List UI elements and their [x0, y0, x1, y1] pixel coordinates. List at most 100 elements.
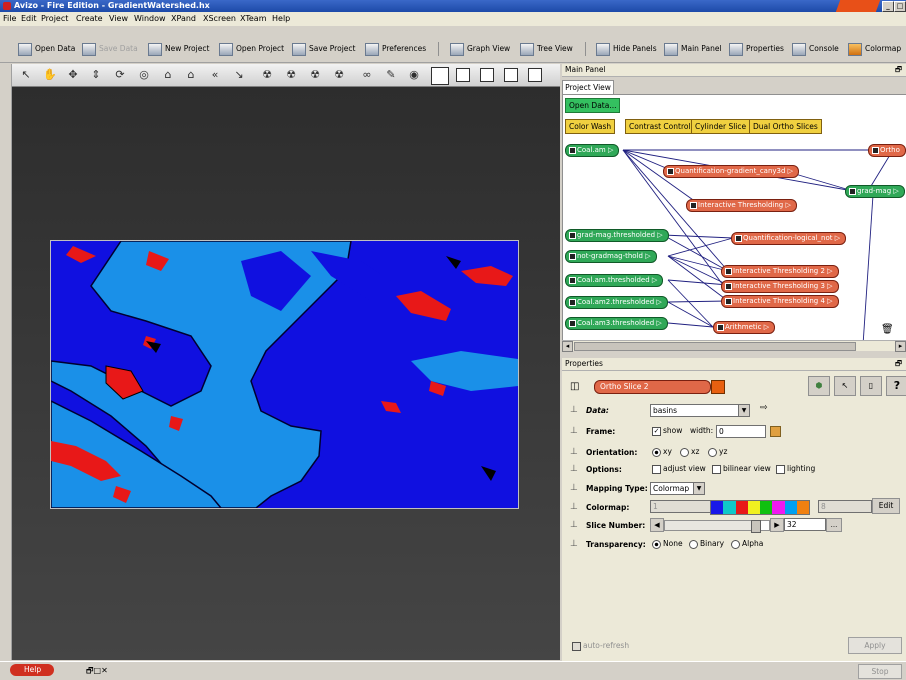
colormap-max-input[interactable]: 8	[818, 500, 872, 513]
bilinear-view-checkbox[interactable]: bilinear view	[712, 464, 771, 474]
menu-view[interactable]: View	[109, 14, 128, 23]
pin-icon[interactable]: ⊥	[570, 539, 578, 549]
scroll-right-icon[interactable]: ▸	[895, 341, 906, 352]
node-interactive-thresholding-3[interactable]: Interactive Thresholding 3 ▷	[721, 280, 839, 293]
node-grad-mag[interactable]: grad-mag ▷	[845, 185, 905, 198]
window-controls-icon[interactable]: 🗗□✕	[86, 665, 108, 679]
slice-increment-icon[interactable]: ▶	[770, 518, 784, 532]
node-quantification-logical-not[interactable]: Quantification-logical_not ▷	[731, 232, 847, 245]
node-interactive-thresholding[interactable]: Interactive Thresholding ▷	[686, 199, 797, 212]
seek-icon[interactable]: ◎	[137, 68, 151, 82]
hand-icon[interactable]: ✋	[43, 68, 57, 82]
rotate-icon[interactable]: ⟳	[113, 68, 127, 82]
pin-icon[interactable]: ⊥	[570, 502, 578, 512]
help-icon[interactable]: ?	[886, 376, 906, 396]
tree-view-button[interactable]: Tree View	[520, 41, 573, 57]
layout-horizontal-icon[interactable]	[480, 68, 494, 82]
colormap-min-input[interactable]: 1	[650, 500, 712, 513]
node-ortho[interactable]: Ortho	[868, 144, 906, 157]
mapping-type-select[interactable]: Colormap	[650, 482, 694, 495]
layout-quad-icon[interactable]	[504, 68, 518, 82]
save-data-button[interactable]: Save Data	[82, 41, 138, 57]
measure-icon[interactable]: ✎	[384, 68, 398, 82]
arrow-right-icon[interactable]: ⇨	[760, 403, 768, 413]
menu-file[interactable]: File	[3, 14, 16, 23]
view-z-icon[interactable]: ☢	[308, 68, 322, 82]
module-name[interactable]: Ortho Slice 2	[594, 380, 711, 394]
help-button[interactable]: Help	[10, 664, 54, 676]
frame-width-input[interactable]: 0	[716, 425, 766, 438]
zoom-icon[interactable]: ⇕	[89, 68, 103, 82]
scrollbar-thumb[interactable]	[574, 342, 856, 351]
undock-icon[interactable]: 🗗	[895, 358, 902, 371]
auto-refresh-checkbox[interactable]: auto-refresh	[572, 641, 629, 651]
lighting-checkbox[interactable]: lighting	[776, 464, 815, 474]
dropdown-arrow-icon[interactable]: ▼	[693, 482, 705, 495]
node-grad-mag-thresholded[interactable]: grad-mag.thresholded ▷	[565, 229, 669, 242]
pin-icon[interactable]: ⊥	[570, 520, 578, 530]
stereo-icon[interactable]: ∞	[360, 68, 374, 82]
view-reverse-icon[interactable]: ☢	[332, 68, 346, 82]
node-not-gradmag-thold[interactable]: not-gradmag-thold ▷	[565, 250, 657, 263]
pin-icon[interactable]: ⊥	[570, 464, 578, 474]
apply-button[interactable]: Apply	[848, 637, 902, 654]
scroll-left-icon[interactable]: ◂	[562, 341, 573, 352]
pin-icon[interactable]: ⊥	[570, 447, 578, 457]
set-home-icon[interactable]: ⌂	[184, 68, 198, 82]
menu-window[interactable]: Window	[134, 14, 166, 23]
node-coal-am2-thresholded[interactable]: Coal.am2.thresholded ▷	[565, 296, 668, 309]
data-select[interactable]: basins	[650, 404, 740, 417]
contrast-control-button[interactable]: Contrast Control	[625, 119, 695, 134]
menu-edit[interactable]: Edit	[21, 14, 37, 23]
node-quantification-gradient[interactable]: Quantification-gradient_cany3d ▷	[663, 165, 800, 178]
slice-number-input[interactable]: 32	[784, 518, 826, 531]
layout-vertical-icon[interactable]	[456, 68, 470, 82]
main-panel-button[interactable]: Main Panel	[664, 41, 722, 57]
snapshot-icon[interactable]: ◉	[407, 68, 421, 82]
open-data-button[interactable]: Open Data...	[565, 98, 621, 113]
transparency-binary-radio[interactable]: Binary	[689, 539, 724, 549]
port-icon[interactable]: ▯	[860, 376, 882, 396]
menu-help[interactable]: Help	[272, 14, 290, 23]
properties-button[interactable]: Properties	[729, 41, 784, 57]
console-button[interactable]: Console	[792, 41, 839, 57]
view-y-icon[interactable]: ☢	[284, 68, 298, 82]
layout-custom-icon[interactable]	[528, 68, 542, 82]
view-all-icon[interactable]: «	[208, 68, 222, 82]
graph-view-button[interactable]: Graph View	[450, 41, 510, 57]
open-project-button[interactable]: Open Project	[219, 41, 284, 57]
pan-icon[interactable]: ✥	[66, 68, 80, 82]
cylinder-slice-button[interactable]: Cylinder Slice	[691, 119, 751, 134]
frame-color-swatch[interactable]	[770, 426, 781, 437]
menu-project[interactable]: Project	[41, 14, 68, 23]
dropdown-arrow-icon[interactable]: ▼	[738, 404, 750, 417]
orientation-xy-radio[interactable]: xy	[652, 447, 672, 457]
frame-show-checkbox[interactable]: ✓ show	[652, 426, 682, 436]
node-coal-am[interactable]: Coal.am ▷	[565, 144, 620, 157]
slice-options-button[interactable]: ...	[826, 518, 842, 532]
project-view-scrollbar[interactable]: ◂ ▸	[562, 340, 906, 352]
colormap-button[interactable]: Colormap	[848, 41, 901, 57]
trash-icon[interactable]: 🗑	[881, 324, 894, 335]
view-x-icon[interactable]: ☢	[260, 68, 274, 82]
pointer-icon[interactable]: ↖	[19, 68, 33, 82]
minimize-button[interactable]: _	[882, 1, 894, 12]
orientation-xz-radio[interactable]: xz	[680, 447, 699, 457]
dual-ortho-slices-button[interactable]: Dual Ortho Slices	[749, 119, 822, 134]
menu-xscreen[interactable]: XScreen	[203, 14, 236, 23]
open-data-button[interactable]: Open Data	[18, 41, 75, 57]
stop-button[interactable]: Stop	[858, 664, 902, 679]
new-project-button[interactable]: New Project	[148, 41, 209, 57]
home-icon[interactable]: ⌂	[161, 68, 175, 82]
save-project-button[interactable]: Save Project	[292, 41, 355, 57]
slice-slider-track[interactable]	[664, 520, 770, 533]
pin-icon[interactable]: ⊥	[570, 483, 578, 493]
node-arithmetic[interactable]: Arithmetic ▷	[713, 321, 776, 334]
node-interactive-thresholding-4[interactable]: Interactive Thresholding 4 ▷	[721, 295, 839, 308]
maximize-button[interactable]: □	[894, 1, 906, 12]
cube-icon[interactable]: ⬢	[808, 376, 830, 396]
hide-panels-button[interactable]: Hide Panels	[596, 41, 657, 57]
slice-slider-thumb[interactable]	[751, 520, 761, 533]
colormap-edit-button[interactable]: Edit	[872, 498, 900, 514]
node-coal-am3-thresholded[interactable]: Coal.am3.thresholded ▷	[565, 317, 668, 330]
